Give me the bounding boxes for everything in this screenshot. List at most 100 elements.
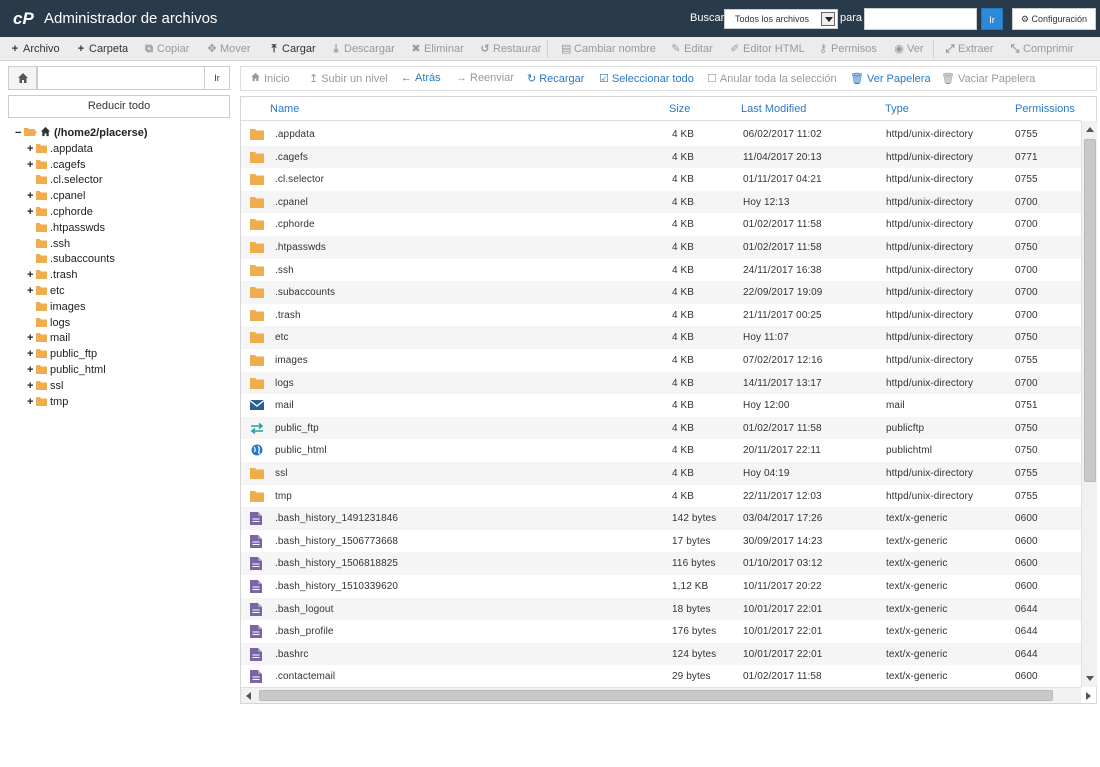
expand-toggle-icon[interactable]: + [27,347,36,362]
table-row[interactable]: .bash_profile 176 bytes 10/01/2017 22:01 te… [241,620,1081,643]
tree-item[interactable]: + .trash [27,268,78,283]
tree-item[interactable]: + .appdata [27,142,93,157]
table-row[interactable]: .ssh 4 KB 24/11/2017 16:38 httpd/unix-direc… [241,259,1081,282]
up-level-button[interactable]: ↥ Subir un nivel [309,72,388,85]
tree-item[interactable]: + .cphorde [27,205,93,220]
path-go-button[interactable]: Ir [204,66,230,90]
tree-item[interactable]: + etc [27,284,65,299]
search-go-button[interactable]: Ir [981,8,1003,30]
move-button[interactable]: ✥ Mover [207,37,250,61]
chevron-down-icon[interactable] [821,12,835,26]
tree-item[interactable]: .ssh [27,237,70,252]
column-modified-header[interactable]: Last Modified [741,103,806,115]
restore-button[interactable]: ↺ Restaurar [480,37,541,61]
view-button[interactable]: ◉ Ver [894,37,923,61]
tree-root[interactable]: − (/home2/placerse) [15,126,148,141]
tree-item[interactable]: + ssl [27,379,63,394]
table-row[interactable]: .subaccounts 4 KB 22/09/2017 19:09 httpd/un… [241,281,1081,304]
tree-item[interactable]: + .cagefs [27,158,85,173]
table-row[interactable]: .bash_history_1491231846 142 bytes 03/04/2… [241,507,1081,530]
table-row[interactable]: .bash_history_1506818825 116 bytes 01/10/2… [241,552,1081,575]
scroll-right-icon[interactable] [1086,692,1091,700]
table-row[interactable]: .bash_history_1506773668 17 bytes 30/09/20… [241,530,1081,553]
tree-item[interactable]: .htpasswds [27,221,105,236]
expand-toggle-icon[interactable]: + [27,142,36,157]
tree-item[interactable]: + public_html [27,363,106,378]
table-row[interactable]: .cphorde 4 KB 01/02/2017 11:58 httpd/unix-d… [241,213,1081,236]
vertical-scroll-thumb[interactable] [1084,139,1096,482]
search-scope-select[interactable]: Todos los archivos [724,9,838,29]
table-row[interactable]: .bash_history_1510339620 1,12 KB 10/11/201… [241,575,1081,598]
forward-button[interactable]: → Reenviar [456,72,514,84]
new-folder-button[interactable]: + Carpeta [76,37,128,61]
vertical-scrollbar[interactable] [1081,121,1097,687]
tree-item[interactable]: .cl.selector [27,173,103,188]
column-size-header[interactable]: Size [669,103,690,115]
view-trash-button[interactable]: 🗑 Ver Papelera [850,72,931,85]
table-row[interactable]: .contactemail 29 bytes 01/02/2017 11:58 tex… [241,665,1081,688]
settings-button[interactable]: ⚙ Configuración [1012,8,1096,30]
table-row[interactable]: .trash 4 KB 21/11/2017 00:25 httpd/unix-dir… [241,304,1081,327]
search-input[interactable] [864,8,977,30]
tree-item[interactable]: + .cpanel [27,189,85,204]
deselect-all-button[interactable]: ☐ Anular toda la selección [707,72,837,85]
compress-button[interactable]: ⤡ Comprimir [1010,37,1074,61]
empty-trash-button[interactable]: 🗑 Vaciar Papelera [941,72,1035,85]
back-button[interactable]: ← Atrás [401,72,441,84]
expand-toggle-icon[interactable]: + [27,379,36,394]
horizontal-scrollbar[interactable] [241,687,1091,703]
expand-toggle-icon[interactable]: + [27,205,36,220]
reload-button[interactable]: ↻ Recargar [527,72,584,85]
tree-item[interactable]: images [27,300,85,315]
permissions-button[interactable]: ⚷ Permisos [818,37,877,61]
scroll-up-icon[interactable] [1086,127,1094,132]
expand-toggle-icon[interactable]: + [27,189,36,204]
new-file-button[interactable]: + Archivo [10,37,60,61]
table-row[interactable]: public_ftp 4 KB 01/02/2017 11:58 publicftp 0… [241,416,1081,440]
select-all-button[interactable]: ☑ Seleccionar todo [599,72,694,85]
download-button[interactable]: ⤓ Descargar [331,37,395,61]
column-name-header[interactable]: Name [270,103,299,115]
table-row[interactable]: mail 4 KB Hoy 12:00 mail 0751 [241,394,1081,417]
table-row[interactable]: .bash_logout 18 bytes 10/01/2017 22:01 text… [241,597,1081,621]
path-home-button[interactable] [8,66,37,90]
expand-toggle-icon[interactable]: + [27,331,36,346]
table-row[interactable]: ssl 4 KB Hoy 04:19 httpd/unix-directory 0755 [241,462,1081,485]
scroll-left-icon[interactable] [246,692,251,700]
table-row[interactable]: .cpanel 4 KB Hoy 12:13 httpd/unix-directory… [241,190,1081,214]
table-row[interactable]: .appdata 4 KB 06/02/2017 11:02 httpd/unix-d… [241,123,1081,146]
upload-button[interactable]: ⤒ Cargar [269,37,316,61]
tree-item[interactable]: + tmp [27,395,68,410]
expand-toggle-icon[interactable]: + [27,363,36,378]
table-row[interactable]: .cagefs 4 KB 11/04/2017 20:13 httpd/unix-di… [241,145,1081,169]
edit-button[interactable]: ✎ Editar [671,37,712,61]
table-row[interactable]: images 4 KB 07/02/2017 12:16 httpd/unix-dir… [241,349,1081,372]
home-nav-button[interactable]: Inicio [250,72,290,85]
scroll-down-icon[interactable] [1086,676,1094,681]
table-row[interactable]: public_html 4 KB 20/11/2017 22:11 publichtm… [241,439,1081,462]
tree-item[interactable]: .subaccounts [27,252,115,267]
expand-toggle-icon[interactable]: + [27,158,36,173]
tree-item[interactable]: + public_ftp [27,347,97,362]
extract-button[interactable]: ⤢ Extraer [945,37,994,61]
table-row[interactable]: tmp 4 KB 22/11/2017 12:03 httpd/unix-direct… [241,485,1081,508]
tree-item[interactable]: logs [27,316,70,331]
expand-toggle-icon[interactable]: + [27,268,36,283]
column-type-header[interactable]: Type [885,103,909,115]
table-row[interactable]: .bashrc 124 bytes 10/01/2017 22:01 text/x-g… [241,642,1081,666]
html-editor-button[interactable]: ✐ Editor HTML [730,37,804,61]
table-row[interactable]: etc 4 KB Hoy 11:07 httpd/unix-directory 0750 [241,326,1081,349]
collapse-all-button[interactable]: Reducir todo [8,95,230,118]
path-input[interactable] [37,66,205,90]
expand-toggle-icon[interactable]: + [27,284,36,299]
collapse-toggle-icon[interactable]: − [15,126,24,141]
tree-item[interactable]: + mail [27,331,70,346]
column-permissions-header[interactable]: Permissions [1015,103,1075,115]
horizontal-scroll-thumb[interactable] [259,690,1053,701]
rename-button[interactable]: ▤ Cambiar nombre [561,37,656,61]
table-row[interactable]: .htpasswds 4 KB 01/02/2017 11:58 httpd/unix… [241,236,1081,259]
table-row[interactable]: logs 4 KB 14/11/2017 13:17 httpd/unix-direc… [241,371,1081,395]
copy-button[interactable]: ⧉ Copiar [144,37,189,61]
delete-button[interactable]: ✖ Eliminar [411,37,463,61]
table-row[interactable]: .cl.selector 4 KB 01/11/2017 04:21 httpd/un… [241,168,1081,191]
